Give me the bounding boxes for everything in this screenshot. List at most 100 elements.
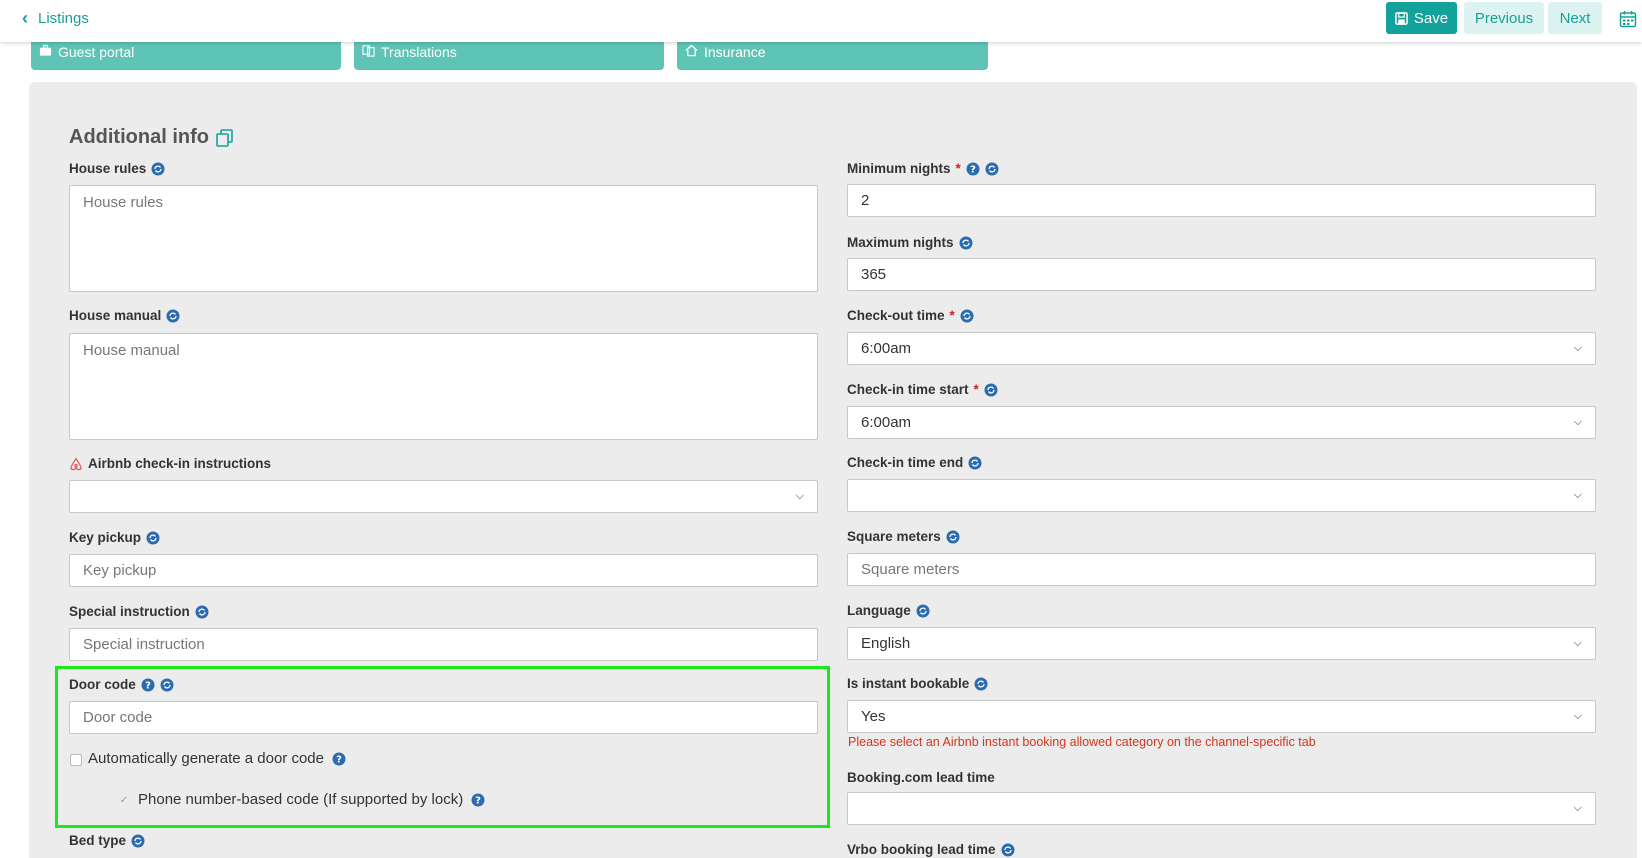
section-title: Additional info [69, 126, 235, 149]
placeholder: Key pickup [83, 562, 157, 579]
placeholder: Door code [83, 709, 153, 726]
home-icon [685, 44, 698, 57]
select-value: 6:00am [861, 340, 912, 357]
checkout-time-select[interactable]: 6:00am ⌵ [847, 332, 1596, 365]
chevron-down-icon: ⌵ [1573, 416, 1582, 428]
sync-icon[interactable] [160, 678, 174, 692]
auto-generate-checkbox[interactable] [70, 754, 82, 766]
top-bar: ‹ Listings Save Previous Next [0, 0, 1642, 42]
instant-bookable-label: Is instant bookable [847, 676, 988, 691]
minimum-nights-input[interactable]: 2 [847, 184, 1596, 217]
sync-icon[interactable] [195, 605, 209, 619]
sync-icon[interactable] [151, 162, 165, 176]
label-text: Minimum nights [847, 161, 951, 176]
label-text: Check-in time end [847, 455, 964, 470]
sync-icon[interactable] [166, 309, 180, 323]
checkout-time-label: Check-out time * [847, 308, 974, 323]
phone-based-option: Phone number-based code (If supported by… [138, 791, 485, 808]
checkin-start-select[interactable]: 6:00am ⌵ [847, 406, 1596, 439]
key-pickup-input[interactable]: Key pickup [69, 554, 818, 587]
tab-guest-portal[interactable]: Guest portal [31, 38, 341, 70]
placeholder: House rules [83, 194, 164, 211]
tab-translations[interactable]: Translations [354, 38, 664, 70]
bed-type-label: Bed type [69, 833, 145, 848]
chevron-down-icon: ⌵ [1573, 489, 1582, 501]
sync-icon[interactable] [916, 604, 930, 618]
chevron-left-icon: ‹ [22, 8, 28, 28]
checkin-start-label: Check-in time start * [847, 382, 998, 397]
input-value: 365 [861, 266, 887, 283]
phone-based-checkbox[interactable]: ✓ [118, 794, 130, 806]
airbnb-checkin-label: Airbnb check-in instructions [69, 456, 271, 471]
vrbo-lead-time-label: Vrbo booking lead time [847, 842, 1015, 857]
minimum-nights-label: Minimum nights * ? [847, 161, 999, 176]
checkin-end-label: Check-in time end [847, 455, 982, 470]
house-manual-textarea[interactable]: House manual [69, 333, 818, 440]
save-button[interactable]: Save [1386, 2, 1457, 34]
maximum-nights-input[interactable]: 365 [847, 258, 1596, 291]
door-code-input[interactable]: Door code [69, 701, 818, 734]
sync-icon[interactable] [959, 236, 973, 250]
tab-label: Guest portal [58, 44, 135, 60]
previous-button-label: Previous [1474, 9, 1534, 27]
required-marker: * [955, 161, 961, 176]
instant-bookable-select[interactable]: Yes ⌵ [847, 700, 1596, 733]
back-to-listings-link[interactable]: ‹ Listings [22, 8, 89, 28]
help-icon[interactable]: ? [471, 793, 485, 807]
label-text: Maximum nights [847, 235, 954, 250]
chevron-down-icon: ⌵ [795, 490, 804, 502]
language-label: Language [847, 603, 930, 618]
square-meters-input[interactable]: Square meters [847, 553, 1596, 586]
label-text: Check-in time start [847, 382, 969, 397]
next-button[interactable]: Next [1548, 2, 1602, 34]
chevron-down-icon: ⌵ [1573, 802, 1582, 814]
placeholder: Special instruction [83, 636, 205, 653]
label-text: Square meters [847, 529, 941, 544]
copy-icon[interactable] [215, 128, 235, 148]
sync-icon[interactable] [974, 677, 988, 691]
special-instruction-input[interactable]: Special instruction [69, 628, 818, 661]
label-text: Vrbo booking lead time [847, 842, 996, 857]
tab-insurance[interactable]: Insurance [677, 38, 988, 70]
special-instruction-label: Special instruction [69, 604, 209, 619]
chevron-down-icon: ⌵ [1573, 710, 1582, 722]
language-select[interactable]: English ⌵ [847, 627, 1596, 660]
calendar-icon[interactable] [1619, 10, 1637, 28]
help-icon[interactable]: ? [966, 162, 980, 176]
sync-icon[interactable] [131, 834, 145, 848]
airbnb-icon [70, 456, 82, 470]
sync-icon[interactable] [984, 383, 998, 397]
help-icon[interactable]: ? [332, 752, 346, 766]
sync-icon[interactable] [985, 162, 999, 176]
previous-button[interactable]: Previous [1464, 2, 1544, 34]
instant-bookable-error: Please select an Airbnb instant booking … [848, 735, 1316, 749]
label-text: Door code [69, 677, 136, 692]
select-value: Yes [861, 708, 886, 725]
house-rules-textarea[interactable]: House rules [69, 185, 818, 292]
save-button-label: Save [1413, 9, 1449, 27]
house-rules-label: House rules [69, 161, 165, 176]
label-text: House manual [69, 308, 162, 323]
airbnb-checkin-select[interactable]: ⌵ [69, 480, 818, 513]
briefcase-icon [39, 44, 52, 56]
help-icon[interactable]: ? [141, 678, 155, 692]
placeholder: Square meters [861, 561, 960, 578]
checkin-end-select[interactable]: ⌵ [847, 479, 1596, 512]
checkbox-label: Automatically generate a door code [88, 750, 324, 767]
translate-icon [362, 45, 375, 57]
sync-icon[interactable] [960, 309, 974, 323]
svg-text:?: ? [475, 795, 481, 806]
label-text: Booking.com lead time [847, 770, 995, 785]
checkbox-label: Phone number-based code (If supported by… [138, 791, 464, 808]
label-text: Special instruction [69, 604, 190, 619]
svg-text:?: ? [145, 680, 151, 691]
maximum-nights-label: Maximum nights [847, 235, 973, 250]
sync-icon[interactable] [1001, 843, 1015, 857]
booking-lead-time-select[interactable]: ⌵ [847, 792, 1596, 825]
sync-icon[interactable] [146, 531, 160, 545]
tab-label: Insurance [704, 44, 766, 60]
square-meters-label: Square meters [847, 529, 960, 544]
sync-icon[interactable] [968, 456, 982, 470]
label-text: Airbnb check-in instructions [88, 456, 272, 471]
sync-icon[interactable] [946, 530, 960, 544]
